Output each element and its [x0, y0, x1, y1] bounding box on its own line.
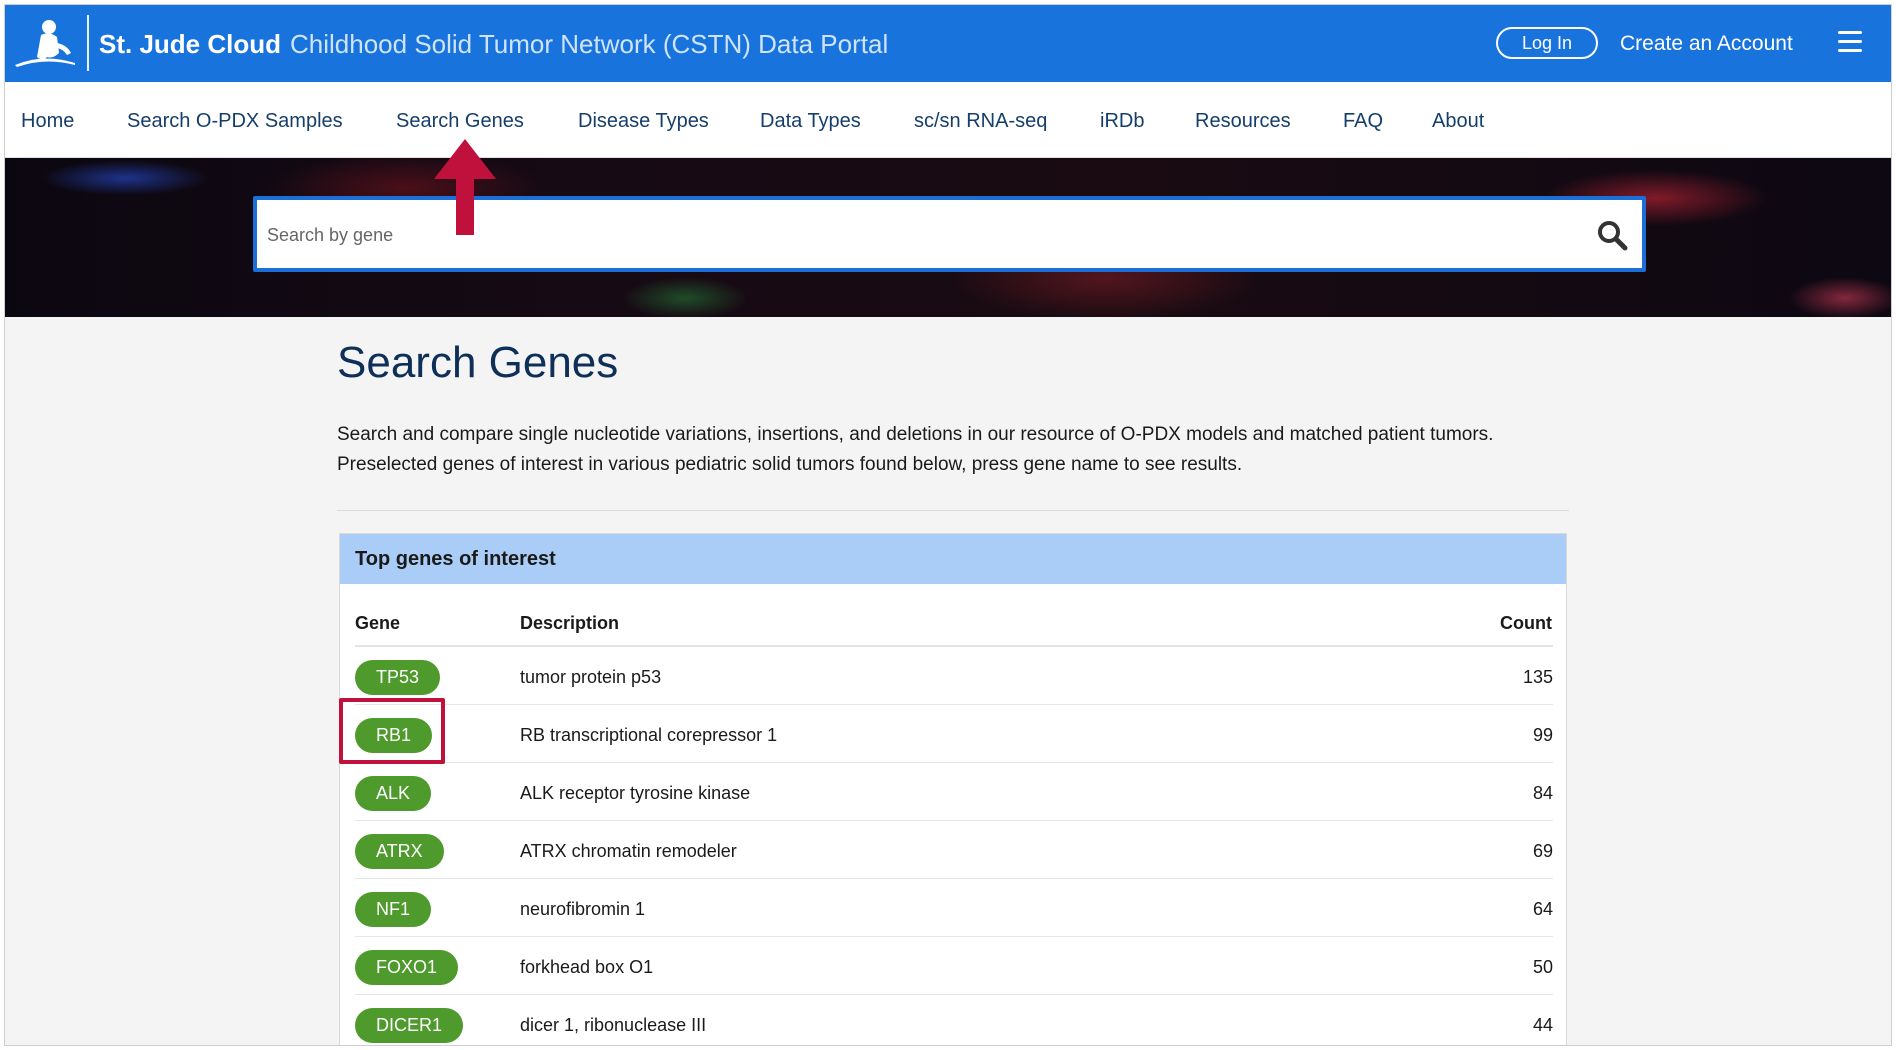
- gene-button-rb1[interactable]: RB1: [355, 718, 433, 753]
- logo-divider: [87, 15, 89, 71]
- nav-about[interactable]: About: [1432, 110, 1484, 133]
- nav-search-opdx-samples[interactable]: Search O-PDX Samples: [127, 110, 343, 133]
- log-in-button[interactable]: Log In: [1496, 27, 1598, 59]
- gene-button-atrx[interactable]: ATRX: [355, 834, 444, 869]
- gene-count: 84: [1532, 783, 1553, 803]
- gene-count: 44: [1532, 1015, 1553, 1035]
- nav-sc-sn-rna-seq[interactable]: sc/sn RNA-seq: [914, 110, 1047, 133]
- nav-faq[interactable]: FAQ: [1343, 110, 1383, 133]
- hero-banner: [5, 158, 1891, 317]
- col-header-count: Count: [1500, 613, 1552, 633]
- table-row: TP53 tumor protein p53 135: [355, 647, 1553, 705]
- gene-count: 135: [1522, 667, 1553, 687]
- annotation-arrow-icon: [434, 139, 496, 235]
- table-row: FOXO1 forkhead box O1 50: [355, 937, 1553, 995]
- portal-title[interactable]: Childhood Solid Tumor Network (CSTN) Dat…: [290, 29, 888, 60]
- gene-button-dicer1[interactable]: DICER1: [355, 1008, 464, 1043]
- nav-home[interactable]: Home: [21, 110, 74, 133]
- table-row: RB1 RB transcriptional corepressor 1 99: [355, 705, 1553, 763]
- gene-button-foxo1[interactable]: FOXO1: [355, 950, 459, 985]
- table-row: ALK ALK receptor tyrosine kinase 84: [355, 763, 1553, 821]
- nav-data-types[interactable]: Data Types: [760, 110, 861, 133]
- main-nav: Home Search O-PDX Samples Search Genes D…: [5, 82, 1891, 158]
- gene-description: ATRX chromatin remodeler: [520, 841, 737, 861]
- table-row: ATRX ATRX chromatin remodeler 69: [355, 821, 1553, 879]
- create-account-link[interactable]: Create an Account: [1620, 32, 1793, 56]
- gene-description: ALK receptor tyrosine kinase: [520, 783, 751, 803]
- gene-button-tp53[interactable]: TP53: [355, 660, 441, 695]
- gene-button-nf1[interactable]: NF1: [355, 892, 432, 927]
- gene-count: 99: [1532, 725, 1553, 745]
- page-title: Search Genes: [337, 338, 619, 387]
- table-row: DICER1 dicer 1, ribonuclease III 44: [355, 995, 1553, 1045]
- gene-description: tumor protein p53: [520, 667, 662, 687]
- hamburger-menu-icon[interactable]: [1838, 31, 1862, 53]
- gene-button-alk[interactable]: ALK: [355, 776, 432, 811]
- nav-disease-types[interactable]: Disease Types: [578, 110, 709, 133]
- browser-viewport: St. Jude Cloud Childhood Solid Tumor Net…: [4, 4, 1892, 1046]
- gene-count: 64: [1532, 899, 1553, 919]
- top-header: St. Jude Cloud Childhood Solid Tumor Net…: [5, 5, 1891, 82]
- table-row: NF1 neurofibromin 1 64: [355, 879, 1553, 937]
- col-header-gene: Gene: [355, 613, 401, 633]
- col-header-description: Description: [520, 613, 620, 633]
- gene-count: 69: [1532, 841, 1553, 861]
- nav-irdb[interactable]: iRDb: [1100, 110, 1144, 133]
- top-genes-title: Top genes of interest: [340, 534, 1566, 584]
- gene-count: 50: [1532, 957, 1553, 977]
- gene-description: dicer 1, ribonuclease III: [520, 1015, 707, 1035]
- gene-description: forkhead box O1: [520, 957, 654, 977]
- section-divider: [337, 510, 1569, 511]
- nav-search-genes[interactable]: Search Genes: [396, 110, 524, 133]
- gene-description: RB transcriptional corepressor 1: [520, 725, 778, 745]
- page-intro: Search and compare single nucleotide var…: [337, 424, 1494, 475]
- nav-resources[interactable]: Resources: [1195, 110, 1291, 133]
- st-jude-logo-icon[interactable]: [13, 17, 79, 69]
- top-genes-card: Top genes of interest Gene Description C…: [339, 533, 1567, 1045]
- brand-name[interactable]: St. Jude Cloud: [99, 29, 281, 60]
- gene-description: neurofibromin 1: [520, 899, 646, 919]
- search-icon[interactable]: [1596, 219, 1628, 251]
